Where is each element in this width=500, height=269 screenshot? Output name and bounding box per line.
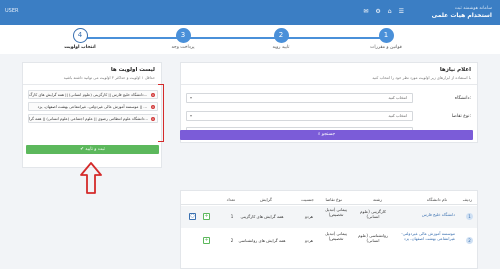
priority-item[interactable]: × دانشگاه علوم انتظامی رضوی || علوم اجتم… — [28, 114, 158, 123]
row-gender: هردو — [304, 238, 314, 243]
envelope-icon[interactable]: ✉ — [363, 8, 368, 15]
row-major: روانشناسی (علوم انسانی) — [358, 233, 388, 243]
info-icon[interactable]: ○ — [189, 213, 196, 220]
row-orientation: همه گرایش های کارگزینی — [240, 214, 284, 219]
row-major: کارگزینی (علوم انسانی) — [360, 209, 386, 219]
remove-icon[interactable]: × — [151, 117, 155, 121]
divider — [181, 204, 477, 205]
table-row: 1 دانشگاه خلیج فارس کارگزینی (علوم انسان… — [181, 206, 477, 228]
row-count: 1 — [230, 214, 234, 219]
step-number: 1 — [378, 28, 394, 43]
row-request-type: پیمانی (تبدیل تخصیص) — [325, 231, 347, 241]
top-bar: USER ✉ ⚙ ⌂ ☰ سامانه هوشمند ثبت استخدام ه… — [0, 0, 500, 25]
priority-item-text: موسسه آموزش عالی غیردولتی- غیرانتفاعی به… — [37, 104, 147, 109]
results-table: ردیف نام دانشگاه رشته نوع تقاضا جنسیت گر… — [180, 190, 478, 269]
chevron-down-icon: ▾ — [190, 113, 193, 118]
remove-icon[interactable]: × — [151, 93, 155, 97]
step-label: انتخاب اولویت — [64, 45, 96, 50]
row-university[interactable]: دانشگاه خلیج فارس — [401, 212, 455, 217]
university-label: دانشگاه: — [454, 96, 471, 101]
row-index: 1 — [466, 213, 473, 220]
step-number: 4 — [72, 28, 88, 43]
brand: سامانه هوشمند ثبت استخدام هیات علمی — [432, 5, 492, 19]
step-label: قوانین و مقررات — [370, 45, 402, 50]
request-type-select[interactable]: ▾ انتخاب کنید — [186, 111, 413, 121]
home-icon[interactable]: ⌂ — [388, 8, 392, 15]
list-icon[interactable]: ☰ — [399, 8, 404, 15]
row-request-type: پیمانی (تبدیل تخصیص) — [325, 207, 347, 217]
column-header: جنسیت — [301, 197, 314, 202]
up-arrow-icon — [80, 162, 102, 194]
divider — [23, 84, 161, 85]
step-number: 3 — [175, 28, 191, 43]
chevron-down-icon: ▾ — [190, 95, 193, 100]
wizard-step-4: 4 انتخاب اولویت — [35, 28, 125, 50]
priority-item[interactable]: × دانشگاه خلیج فارس || کارگزینی (علوم ان… — [28, 90, 158, 99]
progress-wizard: 4 انتخاب اولویت 3 پرداخت وجه 2 تایید روی… — [0, 25, 500, 54]
add-priority-button[interactable]: + — [203, 237, 210, 244]
priority-item-text: دانشگاه خلیج فارس || کارگزینی (علوم انسا… — [29, 92, 148, 97]
university-select-value: انتخاب کنید — [388, 95, 407, 100]
search-panel-subtitle: با استفاده از ابزارهای زیر اولویت مورد ن… — [372, 75, 471, 80]
wizard-line — [80, 37, 385, 39]
row-index: 2 — [466, 237, 473, 244]
brand-title: استخدام هیات علمی — [431, 12, 492, 19]
priority-title: لیست اولویت ها — [110, 67, 155, 73]
column-header: نام دانشگاه — [426, 197, 447, 202]
university-select[interactable]: ▾ انتخاب کنید — [186, 93, 413, 103]
request-type-select-value: انتخاب کنید — [388, 113, 407, 118]
search-button-label: جستجو — [321, 132, 336, 137]
topbar-icons: ✉ ⚙ ⌂ ☰ — [363, 8, 404, 15]
wizard-step-1: 1 قوانین و مقررات — [341, 28, 431, 50]
column-header: ردیف — [462, 197, 472, 202]
highlight-bracket — [158, 84, 164, 142]
user-menu[interactable]: USER — [5, 8, 18, 14]
step-label: پرداخت وجه — [171, 45, 195, 50]
column-header: تعداد — [226, 197, 235, 202]
row-gender: هردو — [304, 214, 314, 219]
remove-icon[interactable]: × — [151, 105, 155, 109]
step-number: 2 — [273, 28, 289, 43]
priority-item[interactable]: × موسسه آموزش عالی غیردولتی- غیرانتفاعی … — [28, 102, 158, 111]
step-label: تایید رویه — [272, 45, 290, 50]
row-university[interactable]: موسسه آموزش عالی غیردولتی- غیرانتفاعی به… — [401, 231, 455, 241]
search-panel-title: اعلام نیازها — [439, 67, 471, 73]
search-button[interactable]: ⌕ جستجو — [180, 130, 473, 140]
gear-icon[interactable]: ⚙ — [375, 8, 380, 15]
wizard-step-3: 3 پرداخت وجه — [138, 28, 228, 50]
column-header: نوع تقاضا — [325, 197, 342, 202]
confirm-button[interactable]: ✔ ثبت و تایید — [26, 145, 159, 154]
column-header: گرایش — [260, 197, 272, 202]
priority-item-text: دانشگاه علوم انتظامی رضوی || علوم اجتماع… — [29, 116, 149, 121]
add-priority-button[interactable]: + — [203, 213, 210, 220]
row-count: 2 — [230, 238, 234, 243]
priority-subtitle: حداقل ۱ اولویت و حداکثر ۳ اولویت می توان… — [63, 75, 155, 80]
column-header: رشته — [372, 197, 382, 202]
divider — [181, 84, 477, 85]
wizard-step-2: 2 تایید رویه — [236, 28, 326, 50]
request-type-label: نوع تقاضا: — [451, 114, 471, 119]
table-row: 2 موسسه آموزش عالی غیردولتی- غیرانتفاعی … — [181, 230, 477, 252]
row-orientation: همه گرایش های روانشناسی — [238, 238, 286, 243]
brand-subtitle: سامانه هوشمند ثبت — [454, 6, 492, 11]
